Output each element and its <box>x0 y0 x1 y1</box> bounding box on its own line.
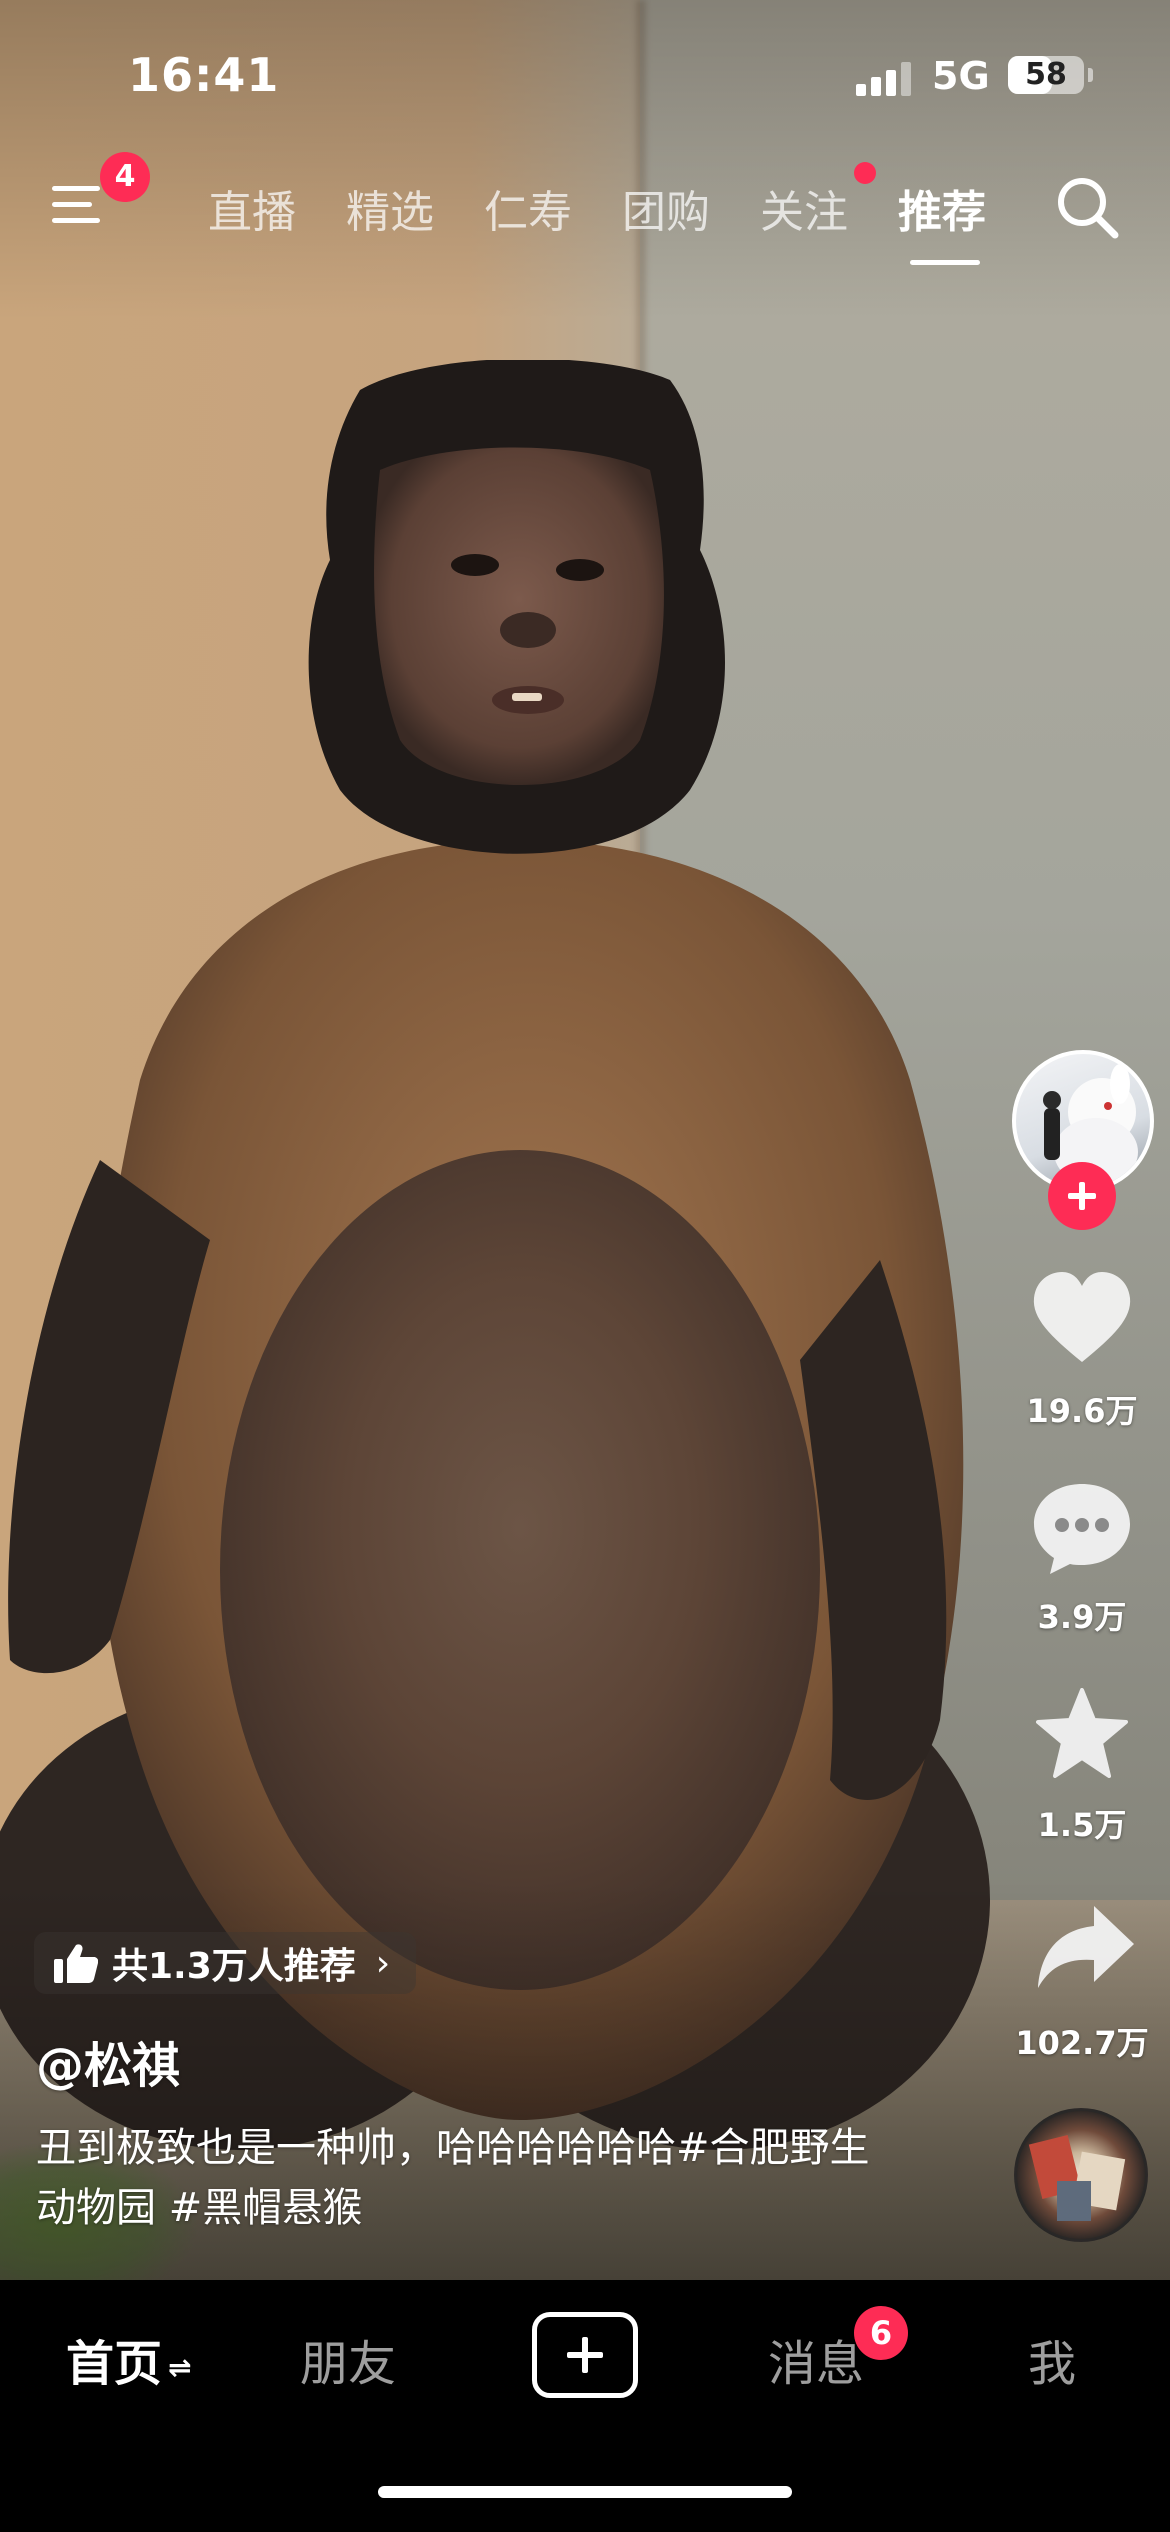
music-disc[interactable] <box>1014 2108 1148 2242</box>
follow-button[interactable] <box>1048 1162 1116 1230</box>
home-indicator <box>378 2486 792 2498</box>
tab-live[interactable]: 直播 <box>208 176 296 240</box>
recommend-count: 共1.3万人推荐 <box>112 1946 356 1987</box>
cellular-signal-icon <box>856 62 914 96</box>
nav-me[interactable]: 我 <box>1028 2324 1076 2394</box>
favorite-count: 1.5万 <box>1037 1806 1127 1844</box>
video-description[interactable]: 丑到极致也是一种帅，哈哈哈哈哈哈#合肥野生动物园 #黑帽悬猴 <box>36 2118 896 2238</box>
menu-icon <box>52 186 100 191</box>
tab-local[interactable]: 仁寿 <box>484 176 572 240</box>
battery-level: 58 <box>1025 57 1067 92</box>
recommend-pill[interactable]: 共1.3万人推荐 › <box>34 1932 417 1994</box>
messages-badge: 6 <box>854 2306 908 2360</box>
comment-icon[interactable] <box>1030 1480 1134 1576</box>
like-count: 19.6万 <box>1026 1392 1138 1430</box>
nav-friends[interactable]: 朋友 <box>300 2324 396 2394</box>
tab-following[interactable]: 关注 <box>760 176 848 240</box>
battery-icon: 58 <box>1008 56 1084 94</box>
share-arrow-icon[interactable] <box>1034 1900 1138 1996</box>
author-name[interactable]: @松祺 <box>36 2026 180 2096</box>
tab-group-buy[interactable]: 团购 <box>622 176 710 240</box>
chevron-right-icon: › <box>375 1942 391 1984</box>
following-notification-dot <box>854 162 876 184</box>
status-time: 16:41 <box>128 48 280 102</box>
swap-icon: ⇌ <box>168 2350 192 2384</box>
tab-recommended[interactable]: 推荐 <box>898 176 986 240</box>
menu-button[interactable] <box>52 180 108 230</box>
thumbs-up-icon <box>54 1944 98 1983</box>
favorite-star-icon[interactable] <box>1030 1686 1134 1782</box>
network-type: 5G <box>932 54 990 98</box>
menu-badge: 4 <box>100 152 150 202</box>
create-post-button[interactable] <box>532 2312 638 2398</box>
active-tab-indicator <box>910 260 980 265</box>
tab-featured[interactable]: 精选 <box>346 176 434 240</box>
comment-count: 3.9万 <box>1037 1598 1127 1636</box>
nav-messages[interactable]: 消息 <box>768 2324 864 2394</box>
like-heart-icon[interactable] <box>1030 1270 1134 1366</box>
share-count: 102.7万 <box>1015 2024 1149 2062</box>
nav-home[interactable]: 首页 ⇌ <box>66 2324 191 2394</box>
search-icon[interactable] <box>1052 172 1122 242</box>
